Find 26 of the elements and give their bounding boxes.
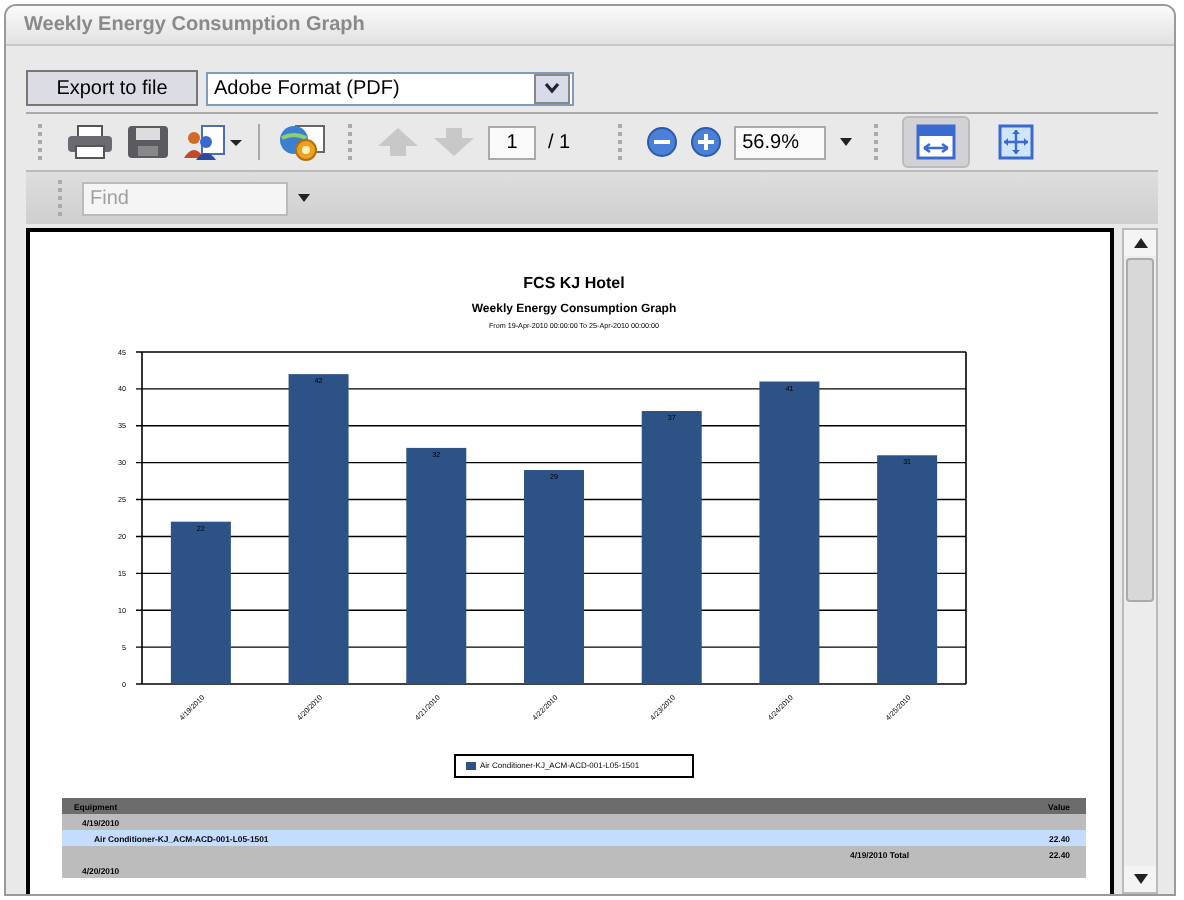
fit-page-icon <box>998 124 1035 160</box>
triangle-down-icon <box>1133 874 1147 884</box>
printer-icon[interactable] <box>66 124 114 160</box>
caret-icon[interactable] <box>296 192 312 204</box>
page-count: / 1 <box>548 131 571 153</box>
scroll-up-button[interactable] <box>1124 230 1156 256</box>
window-title: Weekly Energy Consumption Graph <box>24 14 365 36</box>
zoom-field[interactable]: 56.9% <box>734 125 827 159</box>
zoom-out-icon[interactable] <box>646 126 679 158</box>
fit-width-icon <box>916 124 957 160</box>
zoom-in-icon[interactable] <box>690 126 723 158</box>
chevron-down-icon <box>544 82 560 94</box>
globe-gear-icon[interactable] <box>276 122 328 162</box>
scroll-down-button[interactable] <box>1124 866 1156 892</box>
fit-width-button[interactable] <box>902 116 971 168</box>
format-dropdown[interactable]: Adobe Format (PDF) <box>206 71 574 105</box>
people-document-icon[interactable] <box>182 124 242 160</box>
find-field[interactable]: Find <box>82 181 288 215</box>
triangle-up-icon <box>1133 238 1147 248</box>
scroll-thumb[interactable] <box>1126 258 1154 602</box>
save-icon[interactable] <box>126 124 170 160</box>
export-button[interactable]: Export to file <box>26 70 198 106</box>
page-number-field[interactable]: 1 <box>488 125 536 159</box>
report-title: FCS KJ Hotel <box>523 274 625 292</box>
caret-icon[interactable] <box>838 136 855 148</box>
scrollbar[interactable] <box>1122 228 1158 894</box>
